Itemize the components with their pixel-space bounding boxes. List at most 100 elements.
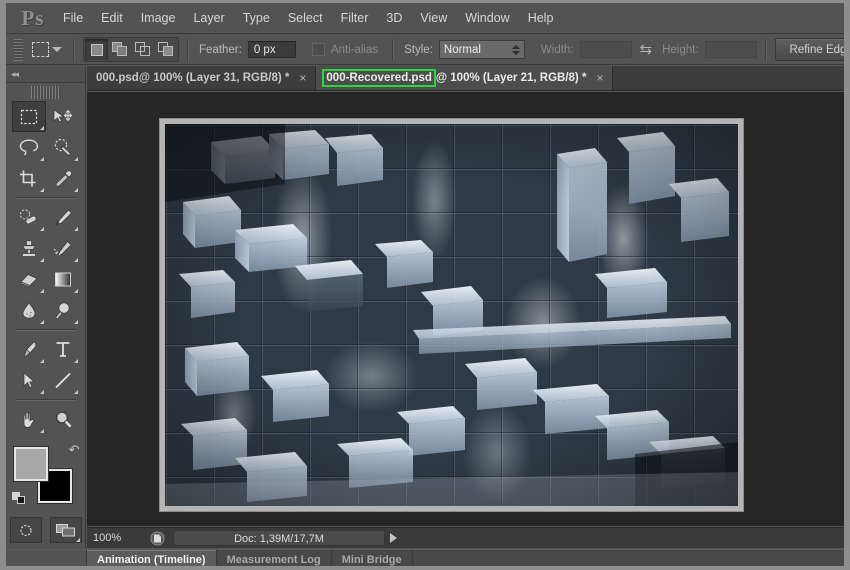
feather-label: Feather: — [199, 43, 242, 56]
tool-spot-healing-brush[interactable] — [12, 202, 46, 233]
flyout-triangle-icon — [39, 320, 44, 324]
tab-filename-highlighted: 000-Recovered.psd — [322, 69, 436, 87]
menu-item-image[interactable]: Image — [132, 7, 185, 29]
tool-brush[interactable] — [46, 202, 80, 233]
width-input[interactable] — [579, 41, 632, 58]
flyout-triangle-icon — [39, 359, 44, 363]
panel-tab-measurement-log[interactable]: Measurement Log — [216, 550, 332, 566]
tool-hand[interactable] — [12, 404, 46, 435]
new-selection-button[interactable] — [85, 39, 108, 60]
tool-preset-picker[interactable] — [29, 40, 65, 59]
flyout-triangle-icon — [39, 289, 44, 293]
flyout-triangle-icon — [73, 227, 78, 231]
divider — [73, 38, 75, 61]
close-icon[interactable]: × — [596, 71, 603, 85]
options-bar: Feather: 0 px Anti-alias Style: Normal W… — [6, 35, 844, 65]
refine-edge-button[interactable]: Refine Edge... — [774, 38, 844, 61]
tool-clone-stamp[interactable] — [12, 233, 46, 264]
tool-move[interactable] — [46, 101, 80, 132]
subtract-from-selection-button[interactable] — [131, 39, 154, 60]
tab-000-psd[interactable]: 000.psd @ 100% (Layer 31, RGB/8) * × — [87, 66, 317, 90]
menu-item-type[interactable]: Type — [234, 7, 279, 29]
height-label: Height: — [662, 43, 699, 56]
divider — [764, 38, 767, 61]
tool-eraser[interactable] — [12, 264, 46, 295]
panel-tab-animation[interactable]: Animation (Timeline) — [87, 550, 217, 566]
options-bar-grip[interactable] — [14, 38, 23, 61]
panel-tab-empty-area — [412, 550, 844, 566]
flyout-triangle-icon — [73, 320, 78, 324]
tool-history-brush[interactable] — [46, 233, 80, 264]
menu-item-view[interactable]: View — [411, 7, 456, 29]
panel-tab-mini-bridge[interactable]: Mini Bridge — [331, 550, 413, 566]
screen-mode-button[interactable] — [49, 517, 82, 543]
flyout-triangle-icon — [39, 188, 44, 192]
divider — [15, 399, 76, 401]
panel-tabs-bar: Animation (Timeline) Measurement Log Min… — [6, 549, 844, 566]
canvas-area[interactable] — [87, 92, 844, 526]
stepper-icon — [511, 44, 520, 55]
flyout-triangle-icon — [73, 258, 78, 262]
add-to-selection-button[interactable] — [108, 39, 131, 60]
menu-item-layer[interactable]: Layer — [184, 7, 233, 29]
menu-item-edit[interactable]: Edit — [92, 7, 132, 29]
document-window[interactable] — [160, 119, 743, 511]
tool-eyedropper[interactable] — [46, 163, 80, 194]
zoom-level-input[interactable]: 100% — [87, 532, 145, 544]
divider — [187, 38, 189, 61]
tool-zoom[interactable] — [46, 404, 80, 435]
flyout-triangle-icon — [39, 157, 44, 161]
flyout-triangle-icon — [73, 157, 78, 161]
tool-line[interactable] — [46, 365, 80, 396]
play-arrow-icon[interactable] — [390, 533, 397, 543]
tool-rectangular-marquee[interactable] — [11, 101, 46, 132]
flyout-triangle-icon — [75, 538, 80, 542]
rectangular-marquee-icon — [32, 42, 49, 57]
foreground-color-swatch[interactable] — [13, 447, 48, 481]
menu-item-help[interactable]: Help — [519, 7, 563, 29]
style-select-value: Normal — [443, 43, 481, 56]
tab-details: @ 100% (Layer 21, RGB/8) * — [435, 72, 587, 84]
height-input[interactable] — [704, 41, 757, 58]
intersect-with-selection-button[interactable] — [154, 39, 177, 60]
tool-gradient[interactable] — [46, 264, 80, 295]
close-icon[interactable]: × — [299, 71, 306, 85]
tool-blur[interactable] — [12, 295, 46, 326]
tool-horizontal-type[interactable] — [46, 334, 80, 365]
tool-crop[interactable] — [12, 163, 46, 194]
menu-item-select[interactable]: Select — [279, 7, 332, 29]
color-swatches: ↶ — [11, 443, 80, 505]
divider — [392, 38, 395, 61]
tool-dodge[interactable] — [46, 295, 80, 326]
swap-colors-icon[interactable]: ↶ — [69, 443, 80, 456]
collapse-double-arrow-icon[interactable]: ◂◂ — [6, 66, 85, 83]
selection-mode-group — [83, 37, 179, 62]
document-thumbnail-icon[interactable] — [145, 530, 169, 547]
divider — [15, 329, 76, 331]
antialias-checkbox[interactable] — [311, 43, 325, 56]
artwork-image — [165, 124, 738, 506]
flyout-triangle-icon — [73, 289, 78, 293]
tool-pen[interactable] — [12, 334, 46, 365]
document-tabs-bar: 000.psd @ 100% (Layer 31, RGB/8) * × 000… — [87, 66, 844, 91]
toolbox-grip[interactable] — [30, 86, 61, 99]
status-bar: 100% Doc: 1,39M/17,7M — [87, 527, 844, 548]
tool-lasso[interactable] — [12, 132, 46, 163]
tool-quick-selection[interactable] — [46, 132, 80, 163]
tool-path-selection[interactable] — [12, 365, 46, 396]
subtract-from-selection-icon — [134, 42, 151, 57]
style-select[interactable]: Normal — [438, 40, 525, 59]
document-info[interactable]: Doc: 1,39M/17,7M — [173, 530, 385, 546]
menu-bar: Ps File Edit Image Layer Type Select Fil… — [6, 3, 844, 34]
menu-item-3d[interactable]: 3D — [377, 7, 411, 29]
feather-input[interactable]: 0 px — [247, 41, 296, 58]
menu-item-file[interactable]: File — [54, 7, 92, 29]
menu-item-filter[interactable]: Filter — [332, 7, 378, 29]
antialias-label: Anti-alias — [330, 43, 379, 56]
default-colors-icon[interactable] — [11, 492, 26, 505]
swap-arrows-icon[interactable]: ⇆ — [640, 42, 653, 57]
tab-000-recovered-psd[interactable]: 000-Recovered.psd @ 100% (Layer 21, RGB/… — [316, 66, 614, 90]
quick-mask-button[interactable] — [9, 517, 42, 543]
menu-item-window[interactable]: Window — [456, 7, 518, 29]
divider — [15, 197, 76, 199]
